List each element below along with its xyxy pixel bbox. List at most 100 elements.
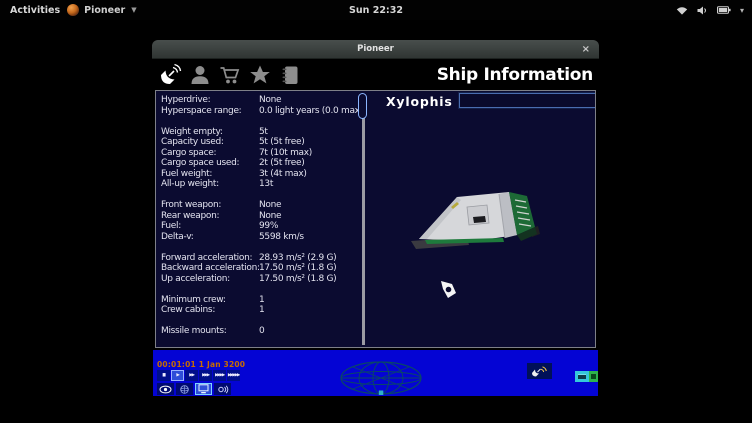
activities-button[interactable]: Activities [10,5,60,16]
pause-button[interactable]: ▮▮ [157,370,170,381]
battery-icon [717,6,731,14]
indicator-chip [578,374,586,379]
stat-label: Fuel weight: [161,169,212,179]
stat-value: None [259,95,281,106]
wifi-icon [676,6,688,15]
stat-gap [161,116,361,127]
info-view-button[interactable] [195,383,212,395]
stat-row: Cargo space: 7t (10t max) [161,148,361,159]
eye-view-button[interactable] [157,383,174,395]
stat-row: Front weapon:None [161,200,361,211]
stat-row: Fuel:99% [161,221,361,232]
ship-info-panel: Hyperdrive:NoneHyperspace range: 0.0 ligh… [155,90,596,348]
speed-100x-button[interactable]: ▶▶▶ [199,370,212,381]
stat-row: Delta-v:5598 km/s [161,232,361,243]
stat-label: Weight empty: [161,127,223,137]
scrollbar-thumb[interactable] [358,93,367,119]
volume-icon [697,6,708,15]
hud-indicator-green[interactable] [589,371,598,382]
window-title: Pioneer [357,44,394,54]
stat-value: 13t [259,179,273,190]
stat-label: Backward acceleration: [161,263,260,273]
stats-scrollbar[interactable] [357,93,369,345]
stat-row: Rear weapon: None [161,211,361,222]
reputation-tab-button[interactable] [247,62,273,88]
hud-indicator-cyan[interactable] [575,371,589,382]
stat-value: 5t [259,127,268,138]
stat-label: Cargo space used: [161,158,239,168]
comms-view-button[interactable] [214,383,231,395]
speed-10x-button[interactable]: ▶▶ [185,370,198,381]
stat-label: Delta-v: [161,232,193,242]
stat-gap [161,242,361,253]
stat-row: Hyperdrive:None [161,95,361,106]
speed-1x-button[interactable]: ▶ [171,370,184,381]
stat-gap [161,190,361,201]
stat-value: 0.0 light years (0.0 max) [259,106,363,117]
stat-value: 1 [259,295,264,306]
app-menu-label: Pioneer [84,5,125,16]
game-cursor-icon [438,279,458,299]
stat-row: Capacity used:5t (5t free) [161,137,361,148]
stat-label: Minimum crew: [161,295,226,305]
stat-label: Crew cabins: [161,305,215,315]
comms-headset-icon [216,385,229,394]
stat-value: None [259,200,281,211]
scanner-sphere [339,361,423,396]
system-tray[interactable]: ▾ [676,0,744,20]
stat-label: Rear weapon: [161,211,219,221]
stat-value: 2t (5t free) [259,158,304,169]
ship-name-input[interactable] [459,93,596,108]
stat-value: 99% [259,221,278,232]
market-tab-button[interactable] [217,62,243,88]
stat-value: 1 [259,305,264,316]
game-toolbar: Ship Information [152,59,599,90]
planet-grid-icon [178,385,191,394]
stat-row: Weight empty: 5t [161,127,361,138]
stat-label: Up acceleration: [161,274,230,284]
app-menu[interactable]: Pioneer ▼ [67,4,136,16]
speed-1000x-button[interactable]: ▶▶▶▶ [213,370,226,381]
page-title: Ship Information [437,65,594,85]
hud-status-bar: 00:01:01 1 Jan 3200 ▮▮▶▶▶▶▶▶▶▶▶▶▶▶▶▶▶ [153,350,598,396]
scanner-mode-button[interactable] [527,363,552,379]
stat-row: All-up weight: 13t [161,179,361,190]
stat-value: 7t (10t max) [259,148,312,159]
stat-row: Cargo space used: 2t (5t free) [161,158,361,169]
stat-label: Hyperspace range: [161,106,241,116]
star-icon [248,63,272,87]
gnome-top-bar: Activities Pioneer ▼ Sun 22:32 ▾ [0,0,752,20]
view-controls [157,383,231,395]
stat-label: Missile mounts: [161,326,226,336]
log-tab-button[interactable] [277,62,303,88]
window-titlebar[interactable]: Pioneer × [152,40,599,59]
stat-row: Crew cabins: 1 [161,305,361,316]
close-button[interactable]: × [582,40,590,58]
stat-row: Fuel weight: 3t (4t max) [161,169,361,180]
stat-value: None [259,211,281,222]
stat-row: Backward acceleration:17.50 m/s² (1.8 G) [161,263,361,274]
comms-tab-button[interactable] [157,62,183,88]
scrollbar-track[interactable] [362,95,365,345]
speed-10000x-button[interactable]: ▶▶▶▶▶ [227,370,240,381]
pioneer-app-icon [67,4,79,16]
stat-value: 0 [259,326,264,337]
sector-view-button[interactable] [176,383,193,395]
crew-tab-button[interactable] [187,62,213,88]
stat-value: 5t (5t free) [259,137,304,148]
stat-label: Forward acceleration: [161,253,252,263]
stat-value: 3t (4t max) [259,169,307,180]
stat-label: Cargo space: [161,148,216,158]
ship-name-label: Xylophis [386,94,453,109]
scanner-marker [379,391,384,396]
stat-row: Missile mounts: 0 [161,326,361,337]
satellite-dish-icon [158,63,182,87]
ship-stats-list: Hyperdrive:NoneHyperspace range: 0.0 ligh… [161,95,361,337]
clock[interactable]: Sun 22:32 [349,5,403,16]
indicator-chip [591,374,596,379]
time-controls: ▮▮▶▶▶▶▶▶▶▶▶▶▶▶▶▶▶ [157,370,240,381]
satellite-dish-icon [530,365,549,378]
shopping-cart-icon [218,63,242,87]
ledger-icon [278,63,302,87]
stat-label: All-up weight: [161,179,219,189]
